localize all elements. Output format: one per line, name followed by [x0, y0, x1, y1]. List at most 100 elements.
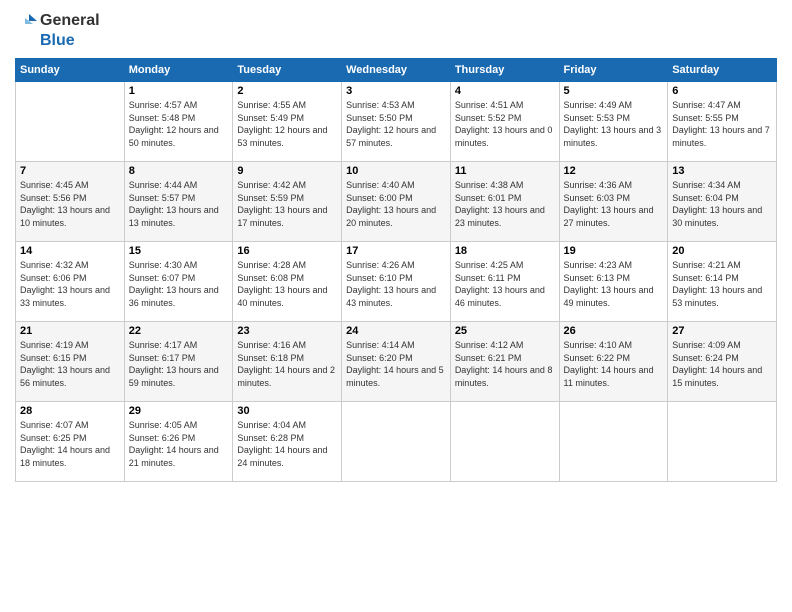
- day-number: 17: [346, 245, 446, 257]
- calendar-cell: 25 Sunrise: 4:12 AMSunset: 6:21 PMDaylig…: [450, 322, 559, 402]
- calendar-table: SundayMondayTuesdayWednesdayThursdayFrid…: [15, 58, 777, 482]
- day-info: Sunrise: 4:32 AMSunset: 6:06 PMDaylight:…: [20, 259, 120, 309]
- day-number: 4: [455, 85, 555, 97]
- day-info: Sunrise: 4:25 AMSunset: 6:11 PMDaylight:…: [455, 259, 555, 309]
- calendar-week-1: 1 Sunrise: 4:57 AMSunset: 5:48 PMDayligh…: [16, 82, 777, 162]
- calendar-cell: 30 Sunrise: 4:04 AMSunset: 6:28 PMDaylig…: [233, 402, 342, 482]
- calendar-cell: 5 Sunrise: 4:49 AMSunset: 5:53 PMDayligh…: [559, 82, 668, 162]
- calendar-cell: 16 Sunrise: 4:28 AMSunset: 6:08 PMDaylig…: [233, 242, 342, 322]
- logo: General Blue: [15, 10, 100, 50]
- day-info: Sunrise: 4:45 AMSunset: 5:56 PMDaylight:…: [20, 179, 120, 229]
- day-info: Sunrise: 4:51 AMSunset: 5:52 PMDaylight:…: [455, 99, 555, 149]
- day-info: Sunrise: 4:34 AMSunset: 6:04 PMDaylight:…: [672, 179, 772, 229]
- day-number: 19: [564, 245, 664, 257]
- day-number: 18: [455, 245, 555, 257]
- calendar-cell: [450, 402, 559, 482]
- calendar-cell: 7 Sunrise: 4:45 AMSunset: 5:56 PMDayligh…: [16, 162, 125, 242]
- weekday-header-saturday: Saturday: [668, 59, 777, 82]
- logo-general: General: [40, 12, 100, 30]
- day-info: Sunrise: 4:28 AMSunset: 6:08 PMDaylight:…: [237, 259, 337, 309]
- day-number: 5: [564, 85, 664, 97]
- calendar-cell: 20 Sunrise: 4:21 AMSunset: 6:14 PMDaylig…: [668, 242, 777, 322]
- day-number: 16: [237, 245, 337, 257]
- day-info: Sunrise: 4:44 AMSunset: 5:57 PMDaylight:…: [129, 179, 229, 229]
- day-info: Sunrise: 4:10 AMSunset: 6:22 PMDaylight:…: [564, 339, 664, 389]
- calendar-cell: 3 Sunrise: 4:53 AMSunset: 5:50 PMDayligh…: [342, 82, 451, 162]
- calendar-cell: [668, 402, 777, 482]
- calendar-cell: 10 Sunrise: 4:40 AMSunset: 6:00 PMDaylig…: [342, 162, 451, 242]
- weekday-header-sunday: Sunday: [16, 59, 125, 82]
- weekday-header-thursday: Thursday: [450, 59, 559, 82]
- calendar-cell: 14 Sunrise: 4:32 AMSunset: 6:06 PMDaylig…: [16, 242, 125, 322]
- day-number: 6: [672, 85, 772, 97]
- calendar-cell: 12 Sunrise: 4:36 AMSunset: 6:03 PMDaylig…: [559, 162, 668, 242]
- calendar-week-5: 28 Sunrise: 4:07 AMSunset: 6:25 PMDaylig…: [16, 402, 777, 482]
- day-info: Sunrise: 4:16 AMSunset: 6:18 PMDaylight:…: [237, 339, 337, 389]
- day-number: 23: [237, 325, 337, 337]
- day-number: 14: [20, 245, 120, 257]
- day-info: Sunrise: 4:38 AMSunset: 6:01 PMDaylight:…: [455, 179, 555, 229]
- day-number: 12: [564, 165, 664, 177]
- calendar-week-3: 14 Sunrise: 4:32 AMSunset: 6:06 PMDaylig…: [16, 242, 777, 322]
- calendar-cell: 6 Sunrise: 4:47 AMSunset: 5:55 PMDayligh…: [668, 82, 777, 162]
- day-info: Sunrise: 4:23 AMSunset: 6:13 PMDaylight:…: [564, 259, 664, 309]
- calendar-cell: [342, 402, 451, 482]
- day-info: Sunrise: 4:17 AMSunset: 6:17 PMDaylight:…: [129, 339, 229, 389]
- calendar-cell: 4 Sunrise: 4:51 AMSunset: 5:52 PMDayligh…: [450, 82, 559, 162]
- day-info: Sunrise: 4:05 AMSunset: 6:26 PMDaylight:…: [129, 419, 229, 469]
- header: General Blue: [15, 10, 777, 50]
- calendar-cell: 8 Sunrise: 4:44 AMSunset: 5:57 PMDayligh…: [124, 162, 233, 242]
- calendar-cell: 13 Sunrise: 4:34 AMSunset: 6:04 PMDaylig…: [668, 162, 777, 242]
- day-number: 15: [129, 245, 229, 257]
- calendar-cell: 19 Sunrise: 4:23 AMSunset: 6:13 PMDaylig…: [559, 242, 668, 322]
- calendar-cell: 28 Sunrise: 4:07 AMSunset: 6:25 PMDaylig…: [16, 402, 125, 482]
- weekday-header-tuesday: Tuesday: [233, 59, 342, 82]
- day-number: 9: [237, 165, 337, 177]
- day-number: 20: [672, 245, 772, 257]
- day-number: 11: [455, 165, 555, 177]
- day-number: 7: [20, 165, 120, 177]
- calendar-cell: 1 Sunrise: 4:57 AMSunset: 5:48 PMDayligh…: [124, 82, 233, 162]
- weekday-header-row: SundayMondayTuesdayWednesdayThursdayFrid…: [16, 59, 777, 82]
- day-number: 21: [20, 325, 120, 337]
- logo-blue: Blue: [40, 32, 75, 50]
- day-number: 22: [129, 325, 229, 337]
- day-info: Sunrise: 4:53 AMSunset: 5:50 PMDaylight:…: [346, 99, 446, 149]
- day-number: 8: [129, 165, 229, 177]
- day-number: 29: [129, 405, 229, 417]
- logo-svg: General Blue: [15, 10, 100, 50]
- calendar-cell: 15 Sunrise: 4:30 AMSunset: 6:07 PMDaylig…: [124, 242, 233, 322]
- day-info: Sunrise: 4:36 AMSunset: 6:03 PMDaylight:…: [564, 179, 664, 229]
- calendar-cell: 23 Sunrise: 4:16 AMSunset: 6:18 PMDaylig…: [233, 322, 342, 402]
- day-info: Sunrise: 4:40 AMSunset: 6:00 PMDaylight:…: [346, 179, 446, 229]
- day-info: Sunrise: 4:49 AMSunset: 5:53 PMDaylight:…: [564, 99, 664, 149]
- day-info: Sunrise: 4:21 AMSunset: 6:14 PMDaylight:…: [672, 259, 772, 309]
- day-number: 26: [564, 325, 664, 337]
- main-container: General Blue SundayMondayTuesdayWednesda…: [0, 0, 792, 492]
- day-number: 3: [346, 85, 446, 97]
- day-info: Sunrise: 4:12 AMSunset: 6:21 PMDaylight:…: [455, 339, 555, 389]
- calendar-week-4: 21 Sunrise: 4:19 AMSunset: 6:15 PMDaylig…: [16, 322, 777, 402]
- calendar-cell: [559, 402, 668, 482]
- day-info: Sunrise: 4:30 AMSunset: 6:07 PMDaylight:…: [129, 259, 229, 309]
- calendar-cell: 27 Sunrise: 4:09 AMSunset: 6:24 PMDaylig…: [668, 322, 777, 402]
- weekday-header-monday: Monday: [124, 59, 233, 82]
- day-number: 27: [672, 325, 772, 337]
- calendar-cell: [16, 82, 125, 162]
- day-number: 13: [672, 165, 772, 177]
- day-info: Sunrise: 4:57 AMSunset: 5:48 PMDaylight:…: [129, 99, 229, 149]
- day-number: 30: [237, 405, 337, 417]
- calendar-cell: 18 Sunrise: 4:25 AMSunset: 6:11 PMDaylig…: [450, 242, 559, 322]
- day-number: 1: [129, 85, 229, 97]
- weekday-header-wednesday: Wednesday: [342, 59, 451, 82]
- day-info: Sunrise: 4:55 AMSunset: 5:49 PMDaylight:…: [237, 99, 337, 149]
- weekday-header-friday: Friday: [559, 59, 668, 82]
- day-number: 28: [20, 405, 120, 417]
- day-info: Sunrise: 4:26 AMSunset: 6:10 PMDaylight:…: [346, 259, 446, 309]
- calendar-cell: 17 Sunrise: 4:26 AMSunset: 6:10 PMDaylig…: [342, 242, 451, 322]
- day-info: Sunrise: 4:47 AMSunset: 5:55 PMDaylight:…: [672, 99, 772, 149]
- day-info: Sunrise: 4:07 AMSunset: 6:25 PMDaylight:…: [20, 419, 120, 469]
- calendar-cell: 2 Sunrise: 4:55 AMSunset: 5:49 PMDayligh…: [233, 82, 342, 162]
- calendar-cell: 9 Sunrise: 4:42 AMSunset: 5:59 PMDayligh…: [233, 162, 342, 242]
- calendar-cell: 21 Sunrise: 4:19 AMSunset: 6:15 PMDaylig…: [16, 322, 125, 402]
